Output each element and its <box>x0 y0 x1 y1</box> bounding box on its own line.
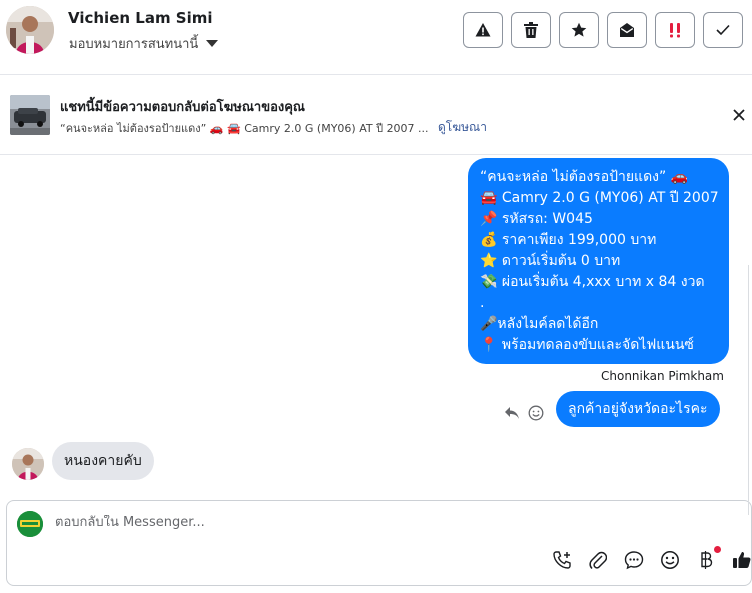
reply-input[interactable] <box>55 515 655 530</box>
ad-banner-title: แชทนี้มีข้อความตอบกลับต่อโฆษณาของคุณ <box>60 100 305 115</box>
contact-avatar[interactable] <box>6 6 54 54</box>
quick-reply-button[interactable] <box>623 549 645 571</box>
close-banner-button[interactable] <box>729 105 749 125</box>
mark-unread-icon <box>620 23 634 37</box>
star-button[interactable] <box>559 12 599 48</box>
add-call-button[interactable] <box>551 549 573 571</box>
message-text: หนองคายคับ <box>64 453 142 469</box>
payment-icon <box>701 551 713 569</box>
message-line: 🎤หลังไมค์ลดได้อีก <box>480 316 599 332</box>
message-sender-name: Chonnikan Pimkham <box>601 369 724 383</box>
message-line: 🚘 Camry 2.0 G (MY06) AT ปี 2007 <box>480 190 719 206</box>
message-line: “คนจะหล่อ ไม่ต้องรอป้ายแดง” 🚗 <box>480 169 689 185</box>
message-line: 📍 พร้อมทดลองขับและจัดไฟแนนซ์ <box>480 337 694 353</box>
ad-thumbnail[interactable] <box>10 95 50 135</box>
page-avatar <box>17 511 43 537</box>
assign-conversation[interactable]: มอบหมายการสนทนานี้ <box>69 33 219 54</box>
add-call-icon <box>553 551 571 569</box>
side-panel-edge <box>748 265 752 515</box>
message-composer <box>6 500 752 586</box>
check-icon <box>716 24 730 36</box>
priority-button[interactable] <box>655 12 695 48</box>
warning-icon <box>475 23 491 37</box>
react-emoji-icon[interactable] <box>528 405 544 421</box>
star-icon <box>571 22 587 37</box>
outgoing-message-bubble[interactable]: “คนจะหล่อ ไม่ต้องรอป้ายแดง” 🚗 🚘 Camry 2.… <box>468 158 729 364</box>
assign-label[interactable]: มอบหมายการสนทนานี้ <box>69 33 198 54</box>
header-actions <box>463 12 743 48</box>
outgoing-message-bubble[interactable]: ลูกค้าอยู่จังหวัดอะไรคะ <box>556 391 720 427</box>
attach-button[interactable] <box>587 549 609 571</box>
message-line: 💰 ราคาเพียง 199,000 บาท <box>480 232 657 248</box>
message-line: 💸 ผ่อนเริ่มต้น 4,xxx บาท x 84 งวด <box>480 274 705 290</box>
message-line: . <box>480 295 485 311</box>
done-button[interactable] <box>703 12 743 48</box>
like-icon <box>733 552 751 568</box>
priority-icon <box>670 23 680 38</box>
emoji-icon <box>661 551 679 569</box>
notification-dot <box>714 546 721 553</box>
close-icon <box>733 109 745 121</box>
message-text: ลูกค้าอยู่จังหวัดอะไรคะ <box>568 401 708 417</box>
conversation-header: Vichien Lam Simi มอบหมายการสนทนานี้ <box>0 0 752 75</box>
attachment-icon <box>589 551 607 570</box>
quick-reply-icon <box>624 551 644 570</box>
trash-icon <box>524 22 538 38</box>
like-button[interactable] <box>731 549 752 571</box>
ad-reply-banner: แชทนี้มีข้อความตอบกลับต่อโฆษณาของคุณ “คน… <box>0 75 752 155</box>
contact-name: Vichien Lam Simi <box>68 9 213 27</box>
payment-button[interactable] <box>695 546 721 571</box>
mark-unread-button[interactable] <box>607 12 647 48</box>
reply-icon[interactable] <box>504 406 520 420</box>
view-ad-link[interactable]: ดูโฆษณา <box>438 118 487 137</box>
caret-down-icon[interactable] <box>206 40 219 47</box>
delete-button[interactable] <box>511 12 551 48</box>
contact-avatar-small[interactable] <box>12 448 44 480</box>
ad-banner-subtitle: “คนจะหล่อ ไม่ต้องรอป้ายแดง” 🚗 🚘 Camry 2.… <box>60 122 429 135</box>
message-line: 📌 รหัสรถ: W045 <box>480 211 593 227</box>
incoming-message-bubble[interactable]: หนองคายคับ <box>52 442 154 480</box>
emoji-button[interactable] <box>659 549 681 571</box>
message-tools <box>504 405 544 421</box>
composer-toolbar <box>551 546 752 571</box>
message-line: ⭐ ดาวน์เริ่มต้น 0 บาท <box>480 253 621 269</box>
report-button[interactable] <box>463 12 503 48</box>
